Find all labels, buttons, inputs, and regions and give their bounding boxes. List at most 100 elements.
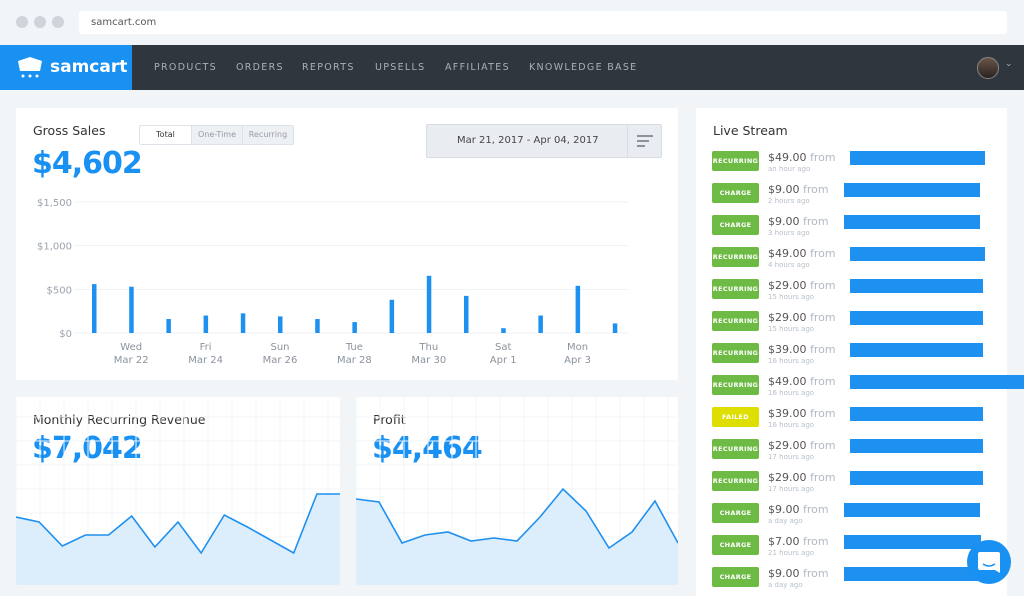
y-tick-label: $500	[47, 285, 72, 296]
live-stream-item[interactable]: RECURRING $29.00 from 15 hours ago	[712, 311, 1012, 333]
cart-icon	[18, 57, 42, 78]
mrr-chart	[16, 397, 340, 585]
timestamp: 4 hours ago	[768, 261, 810, 269]
transaction-amount: $7.00 from	[768, 535, 829, 548]
amount-value: $49.00	[768, 247, 807, 260]
live-stream-item[interactable]: FAILED $39.00 from 16 hours ago	[712, 407, 1012, 429]
address-bar[interactable]: samcart.com	[79, 11, 1007, 34]
bar-mar-22[interactable]	[129, 286, 134, 333]
nav-products[interactable]: PRODUCTS	[154, 45, 217, 90]
nav-reports[interactable]: REPORTS	[302, 45, 355, 90]
live-stream-item[interactable]: RECURRING $49.00 from 16 hours ago	[712, 375, 1024, 397]
amount-value: $9.00	[768, 183, 800, 196]
x-tick-day: Mon	[567, 342, 588, 353]
bar-mar-23[interactable]	[166, 319, 171, 333]
amount-value: $9.00	[768, 567, 800, 580]
timestamp: a day ago	[768, 517, 803, 525]
status-badge: RECURRING	[712, 247, 759, 267]
bar-mar-26[interactable]	[278, 316, 283, 333]
amount-value: $39.00	[768, 343, 807, 356]
from-label: from	[810, 311, 836, 324]
y-tick-label: $1,500	[37, 198, 72, 209]
top-nav: samcart PRODUCTS ORDERS REPORTS UPSELLS …	[0, 45, 1024, 90]
transaction-amount: $9.00 from	[768, 215, 829, 228]
redacted-customer-name	[850, 471, 983, 485]
from-label: from	[803, 183, 829, 196]
bar-apr-1[interactable]	[501, 328, 506, 333]
x-tick-date: Apr 1	[490, 355, 517, 366]
amount-value: $29.00	[768, 439, 807, 452]
nav-upsells[interactable]: UPSELLS	[375, 45, 425, 90]
status-badge: CHARGE	[712, 503, 759, 523]
x-tick-day: Tue	[345, 342, 363, 353]
window-close-button[interactable]	[16, 16, 28, 28]
timestamp: 15 hours ago	[768, 325, 815, 333]
bar-mar-31[interactable]	[464, 295, 469, 333]
transaction-amount: $49.00 from	[768, 375, 836, 388]
from-label: from	[810, 151, 836, 164]
chevron-down-icon[interactable]: ⌄	[1005, 59, 1013, 69]
avatar[interactable]	[977, 57, 999, 79]
bar-apr-3[interactable]	[575, 285, 581, 333]
amount-value: $29.00	[768, 311, 807, 324]
from-label: from	[810, 279, 836, 292]
status-badge: CHARGE	[712, 215, 759, 235]
bar-mar-29[interactable]	[389, 299, 395, 333]
chat-icon	[978, 552, 1000, 573]
redacted-customer-name	[850, 407, 983, 421]
live-stream-item[interactable]: CHARGE $9.00 from 3 hours ago	[712, 215, 1012, 237]
transaction-amount: $49.00 from	[768, 151, 836, 164]
redacted-customer-name	[850, 247, 985, 261]
redacted-customer-name	[844, 503, 980, 517]
profit-card: Profit $4,464	[356, 397, 678, 585]
live-stream-item[interactable]: RECURRING $29.00 from 17 hours ago	[712, 439, 1012, 461]
y-tick-label: $0	[59, 329, 72, 340]
timestamp: 17 hours ago	[768, 453, 815, 461]
status-badge: CHARGE	[712, 535, 759, 555]
redacted-customer-name	[850, 375, 1024, 389]
profit-chart	[356, 397, 678, 585]
bar-mar-30[interactable]	[426, 275, 432, 333]
redacted-customer-name	[850, 279, 983, 293]
live-stream-item[interactable]: RECURRING $49.00 from an hour ago	[712, 151, 1012, 173]
logo[interactable]: samcart	[0, 45, 132, 90]
status-badge: FAILED	[712, 407, 759, 427]
x-tick-date: Apr 3	[564, 355, 591, 366]
nav-knowledge-base[interactable]: KNOWLEDGE BASE	[529, 45, 637, 90]
redacted-customer-name	[844, 535, 981, 549]
live-stream-item[interactable]: CHARGE $9.00 from a day ago	[712, 503, 1012, 525]
redacted-customer-name	[850, 311, 983, 325]
window-maximize-button[interactable]	[52, 16, 64, 28]
from-label: from	[810, 247, 836, 260]
transaction-amount: $29.00 from	[768, 311, 836, 324]
window-minimize-button[interactable]	[34, 16, 46, 28]
mrr-card: Monthly Recurring Revenue $7,042	[16, 397, 340, 585]
gross-sales-card: Gross Sales Total One-Time Recurring $4,…	[16, 108, 678, 380]
bar-apr-4[interactable]	[612, 323, 618, 333]
timestamp: 17 hours ago	[768, 485, 815, 493]
amount-value: $49.00	[768, 151, 807, 164]
nav-orders[interactable]: ORDERS	[236, 45, 284, 90]
x-tick-date: Mar 22	[114, 355, 149, 366]
status-badge: RECURRING	[712, 375, 759, 395]
nav-affiliates[interactable]: AFFILIATES	[445, 45, 510, 90]
x-tick-date: Mar 24	[188, 355, 223, 366]
bar-apr-2[interactable]	[538, 315, 543, 333]
bar-mar-25[interactable]	[240, 313, 246, 333]
transaction-amount: $9.00 from	[768, 567, 829, 580]
from-label: from	[803, 503, 829, 516]
live-stream-item[interactable]: RECURRING $29.00 from 17 hours ago	[712, 471, 1012, 493]
timestamp: a day ago	[768, 581, 803, 589]
live-stream-item[interactable]: RECURRING $39.00 from 16 hours ago	[712, 343, 1012, 365]
bar-mar-28[interactable]	[352, 322, 357, 333]
chat-button[interactable]	[967, 540, 1011, 584]
status-badge: RECURRING	[712, 343, 759, 363]
bar-mar-24[interactable]	[203, 315, 209, 333]
live-stream-item[interactable]: RECURRING $29.00 from 15 hours ago	[712, 279, 1012, 301]
timestamp: an hour ago	[768, 165, 811, 173]
live-stream-item[interactable]: CHARGE $9.00 from 2 hours ago	[712, 183, 1012, 205]
live-stream-item[interactable]: RECURRING $49.00 from 4 hours ago	[712, 247, 1012, 269]
bar-mar-21[interactable]	[92, 284, 97, 333]
transaction-amount: $39.00 from	[768, 343, 836, 356]
bar-mar-27[interactable]	[315, 319, 320, 333]
